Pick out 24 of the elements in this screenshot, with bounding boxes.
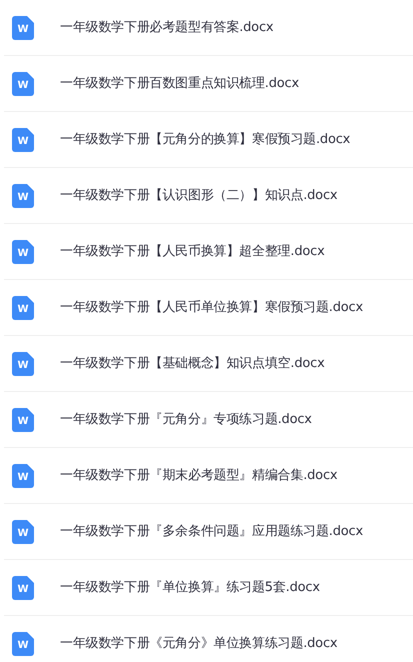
word-file-icon: W: [12, 576, 34, 600]
word-file-icon: W: [12, 72, 34, 96]
word-file-icon: W: [12, 408, 34, 432]
file-name[interactable]: 一年级数学下册【认识图形（二）】知识点.docx: [60, 186, 338, 206]
word-file-icon: W: [12, 128, 34, 152]
word-file-icon: W: [12, 240, 34, 264]
file-name[interactable]: 一年级数学下册『期末必考题型』精编合集.docx: [60, 466, 338, 486]
file-name[interactable]: 一年级数学下册百数图重点知识梳理.docx: [60, 74, 299, 94]
word-file-icon: W: [12, 632, 34, 656]
file-name[interactable]: 一年级数学下册『单位换算』练习题5套.docx: [60, 578, 320, 598]
file-name[interactable]: 一年级数学下册【基础概念】知识点填空.docx: [60, 354, 325, 374]
file-name[interactable]: 一年级数学下册【人民币换算】超全整理.docx: [60, 242, 325, 262]
file-name[interactable]: 一年级数学下册【元角分的换算】寒假预习题.docx: [60, 130, 350, 150]
file-name[interactable]: 一年级数学下册『多余条件问题』应用题练习题.docx: [60, 522, 363, 542]
file-name[interactable]: 一年级数学下册【人民币单位换算】寒假预习题.docx: [60, 298, 363, 318]
word-file-icon: W: [12, 520, 34, 544]
word-file-icon: W: [12, 184, 34, 208]
word-file-icon: W: [12, 464, 34, 488]
file-name[interactable]: 一年级数学下册『元角分』专项练习题.docx: [60, 410, 312, 430]
word-file-icon: W: [12, 296, 34, 320]
file-name[interactable]: 一年级数学下册必考题型有答案.docx: [60, 18, 274, 38]
file-name[interactable]: 一年级数学下册《元角分》单位换算练习题.docx: [60, 634, 338, 654]
word-file-icon: W: [12, 16, 34, 40]
word-file-icon: W: [12, 352, 34, 376]
